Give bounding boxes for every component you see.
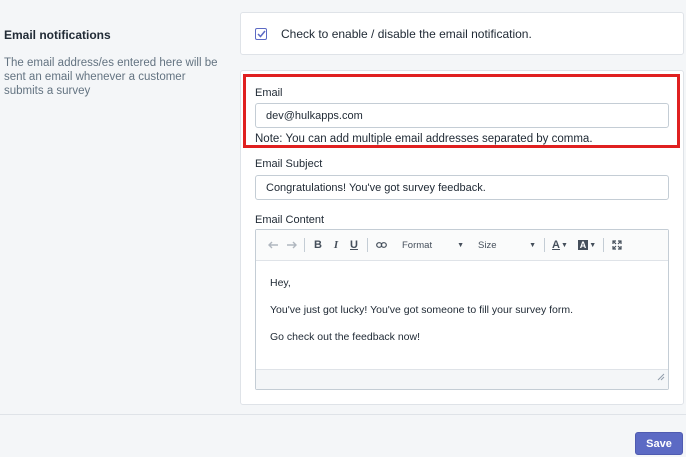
editor-content[interactable]: Hey, You've just got lucky! You've got s… bbox=[256, 261, 668, 374]
editor-line: Go check out the feedback now! bbox=[270, 331, 421, 343]
email-input[interactable] bbox=[255, 103, 669, 128]
toolbar-divider bbox=[304, 238, 305, 252]
size-select[interactable]: Size ▼ bbox=[474, 240, 540, 251]
checkmark-icon bbox=[256, 30, 266, 38]
size-select-label: Size bbox=[478, 239, 497, 251]
footer-divider bbox=[0, 414, 686, 415]
email-settings-card: Email Note: You can add multiple email a… bbox=[240, 70, 684, 405]
editor-statusbar bbox=[256, 369, 668, 389]
email-note: Note: You can add multiple email address… bbox=[255, 133, 593, 145]
editor-line: You've just got lucky! You've got someon… bbox=[270, 304, 574, 316]
underline-icon[interactable]: U bbox=[345, 236, 363, 254]
chevron-down-icon: ▼ bbox=[529, 241, 536, 249]
fullscreen-icon[interactable] bbox=[608, 236, 626, 254]
editor-line: Hey, bbox=[270, 277, 291, 289]
section-title: Email notifications bbox=[4, 28, 111, 42]
editor-toolbar: B I U Format ▼ Size ▼ A ▼ A ▼ bbox=[256, 230, 668, 261]
notification-toggle[interactable]: Check to enable / disable the email noti… bbox=[255, 27, 532, 41]
email-label: Email bbox=[255, 87, 283, 99]
background-color-icon[interactable]: A ▼ bbox=[575, 236, 599, 254]
text-color-icon[interactable]: A ▼ bbox=[549, 236, 571, 254]
save-button[interactable]: Save bbox=[635, 432, 683, 455]
italic-icon[interactable]: I bbox=[327, 236, 345, 254]
email-content-editor[interactable]: B I U Format ▼ Size ▼ A ▼ A ▼ Hey, You'v… bbox=[255, 229, 669, 390]
link-icon[interactable] bbox=[372, 236, 390, 254]
bold-icon[interactable]: B bbox=[309, 236, 327, 254]
chevron-down-icon: ▼ bbox=[457, 241, 464, 249]
enable-checkbox-label: Check to enable / disable the email noti… bbox=[281, 27, 532, 41]
undo-icon[interactable] bbox=[264, 236, 282, 254]
email-subject-input[interactable] bbox=[255, 175, 669, 200]
format-select-label: Format bbox=[402, 239, 433, 251]
format-select[interactable]: Format ▼ bbox=[398, 240, 468, 251]
section-description: The email address/es entered here will b… bbox=[4, 57, 218, 97]
toolbar-divider bbox=[603, 238, 604, 252]
enable-checkbox[interactable] bbox=[255, 28, 267, 40]
email-subject-label: Email Subject bbox=[255, 158, 323, 170]
redo-icon[interactable] bbox=[282, 236, 300, 254]
toolbar-divider bbox=[367, 238, 368, 252]
section-info: Email notifications The email address/es… bbox=[4, 28, 219, 98]
toolbar-divider bbox=[544, 238, 545, 252]
notification-toggle-card: Check to enable / disable the email noti… bbox=[240, 12, 684, 55]
resize-handle-icon[interactable] bbox=[657, 368, 665, 386]
email-content-label: Email Content bbox=[255, 214, 325, 226]
